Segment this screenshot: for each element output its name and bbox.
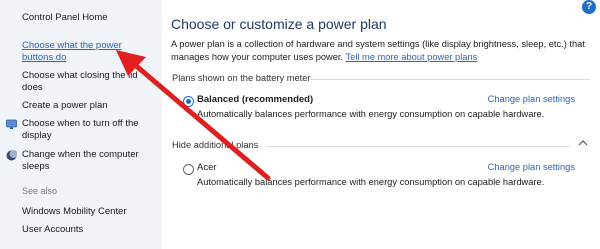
annotation-arrow xyxy=(116,50,271,181)
